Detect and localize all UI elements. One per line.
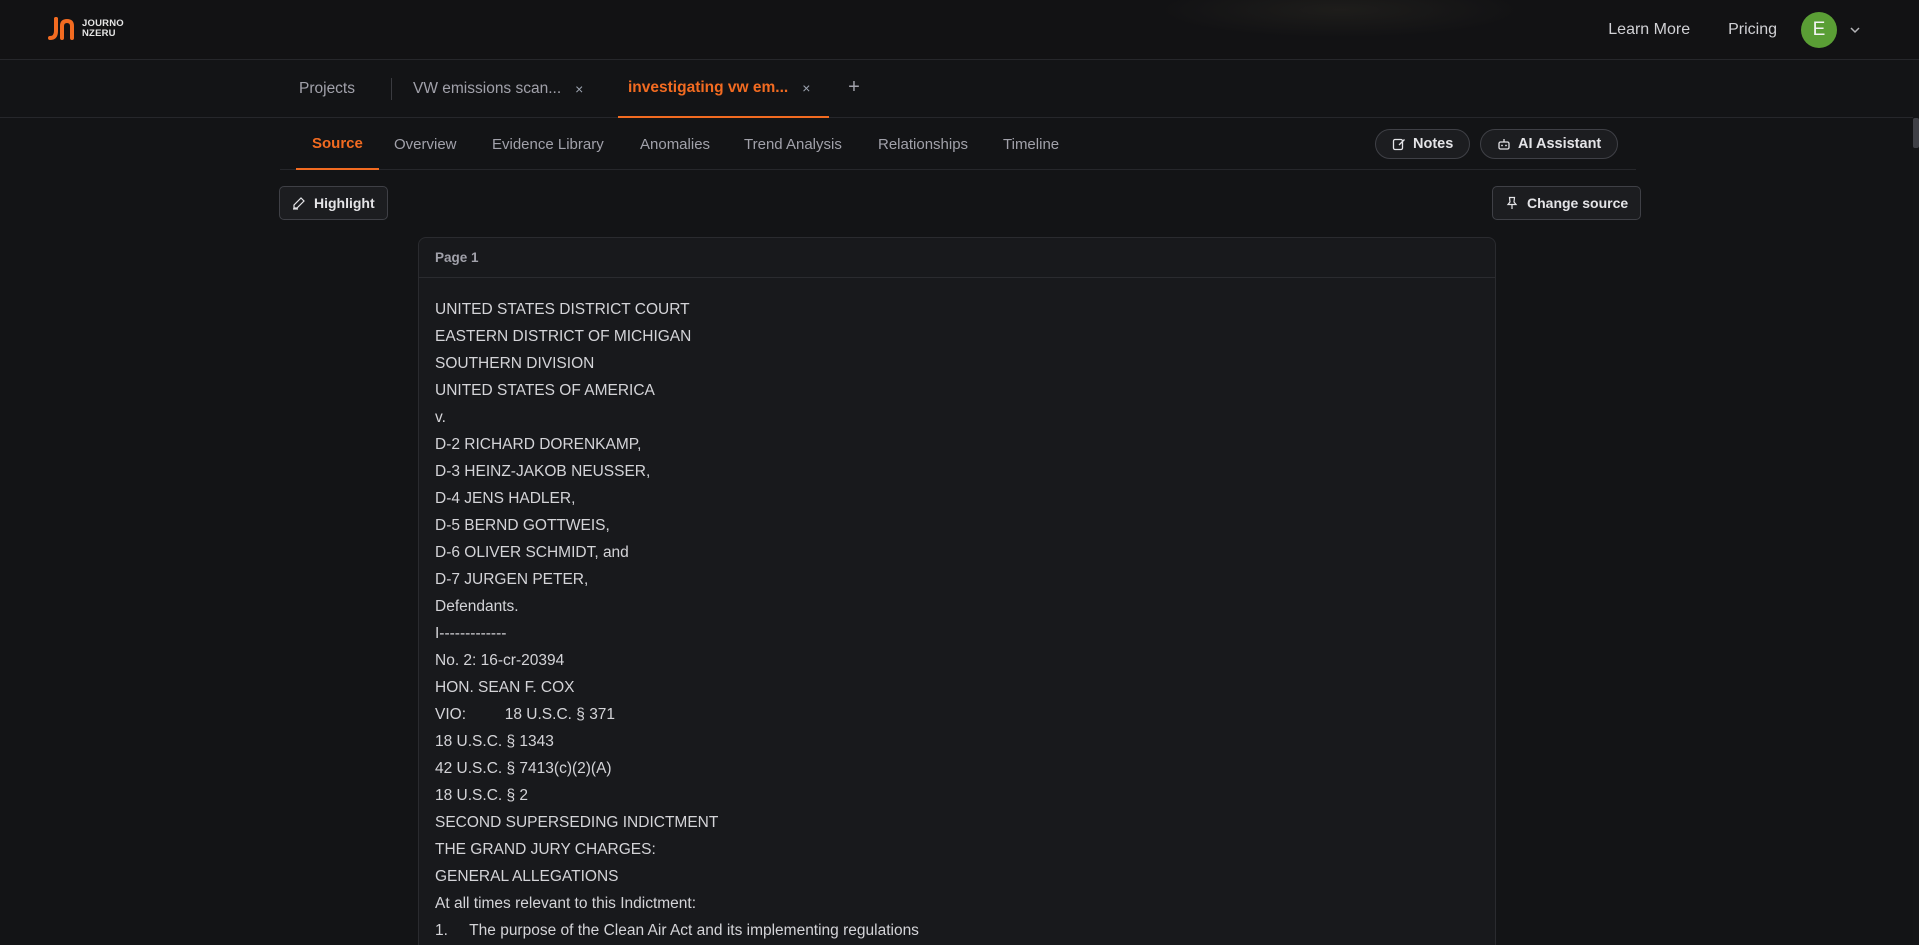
tab-label: VW emissions scan... [413, 80, 562, 97]
tab-trend-analysis[interactable]: Trend Analysis [744, 118, 842, 170]
page-header: Page 1 [419, 238, 1495, 278]
pricing-link[interactable]: Pricing [1728, 21, 1777, 39]
document-line: v. [435, 409, 446, 426]
document-line: 1. The purpose of the Clean Air Act and … [435, 922, 919, 939]
document-line: VIO: 18 U.S.C. § 371 [435, 706, 616, 723]
bot-icon [1498, 139, 1510, 150]
notes-label: Notes [1413, 136, 1454, 152]
document-line: UNITED STATES DISTRICT COURT [435, 301, 690, 318]
tab-anomalies[interactable]: Anomalies [640, 118, 710, 170]
learn-more-link[interactable]: Learn More [1608, 21, 1690, 39]
document-line: SECOND SUPERSEDING INDICTMENT [435, 814, 719, 831]
section-nav: Source Overview Evidence Library Anomali… [280, 118, 1636, 170]
document-line: D-4 JENS HADLER, [435, 490, 576, 507]
scrollbar-thumb[interactable] [1913, 118, 1919, 148]
document-line: D-7 JURGEN PETER, [435, 571, 589, 588]
top-header: JOURNO NZERU Learn More Pricing E [0, 0, 1919, 60]
tab-overview[interactable]: Overview [394, 118, 457, 170]
close-icon[interactable]: × [575, 81, 583, 97]
change-source-label: Change source [1527, 195, 1629, 211]
close-icon[interactable]: × [802, 80, 810, 96]
document-line: At all times relevant to this Indictment… [435, 895, 697, 912]
add-tab-icon[interactable]: + [844, 77, 864, 97]
project-tabs: Projects VW emissions scan... × investig… [0, 60, 1919, 118]
document-line: D-5 BERND GOTTWEIS, [435, 517, 610, 534]
tab-projects[interactable]: Projects [299, 60, 355, 118]
logo-line2: NZERU [82, 28, 116, 39]
document-viewer: Page 1 UNITED STATES DISTRICT COURT EASTE… [418, 237, 1496, 945]
ai-assistant-button[interactable]: AI Assistant [1480, 129, 1619, 159]
tab-investigating-vw[interactable]: investigating vw em... × [618, 60, 829, 118]
notes-button[interactable]: Notes [1375, 129, 1471, 159]
document-line: UNITED STATES OF AMERICA [435, 382, 655, 399]
tab-divider [391, 78, 392, 100]
document-line: No. 2: 16-cr-20394 [435, 652, 565, 669]
highlight-button[interactable]: Highlight [279, 186, 388, 220]
document-line: D-6 OLIVER SCHMIDT, and [435, 544, 629, 561]
tab-source[interactable]: Source [296, 118, 379, 170]
logo-text: JOURNO NZERU [82, 19, 124, 39]
tab-timeline[interactable]: Timeline [1003, 118, 1059, 170]
edit-note-icon [1392, 138, 1405, 151]
document-line: GENERAL ALLEGATIONS [435, 868, 619, 885]
tab-relationships[interactable]: Relationships [878, 118, 968, 170]
logo[interactable]: JOURNO NZERU [46, 16, 124, 42]
document-line: HON. SEAN F. COX [435, 679, 575, 696]
document-line: SOUTHERN DIVISION [435, 355, 595, 372]
pin-icon [1506, 196, 1518, 209]
document-line: 18 U.S.C. § 1343 [435, 733, 554, 750]
document-line: D-3 HEINZ-JAKOB NEUSSER, [435, 463, 651, 480]
avatar[interactable]: E [1801, 12, 1837, 48]
document-text[interactable]: UNITED STATES DISTRICT COURT EASTERN DIST… [419, 278, 1495, 944]
highlight-label: Highlight [314, 195, 375, 211]
chevron-down-icon[interactable] [1849, 24, 1861, 36]
highlighter-icon [293, 197, 305, 210]
document-line: EASTERN DISTRICT OF MICHIGAN [435, 328, 692, 345]
document-line: THE GRAND JURY CHARGES: [435, 841, 656, 858]
document-line: Defendants. [435, 598, 519, 615]
top-nav: Learn More Pricing E [1608, 0, 1861, 60]
document-line: D-2 RICHARD DORENKAMP, [435, 436, 642, 453]
scrollbar[interactable] [1913, 60, 1919, 945]
tab-label: investigating vw em... [628, 79, 789, 96]
logo-mark-icon [48, 17, 74, 40]
tab-evidence-library[interactable]: Evidence Library [492, 118, 604, 170]
tab-vw-emissions[interactable]: VW emissions scan... × [413, 60, 583, 118]
ai-assistant-label: AI Assistant [1518, 136, 1602, 152]
document-line: 42 U.S.C. § 7413(c)(2)(A) [435, 760, 612, 777]
change-source-button[interactable]: Change source [1492, 186, 1642, 220]
document-line: I------------- [435, 625, 507, 642]
document-line: 18 U.S.C. § 2 [435, 787, 529, 804]
